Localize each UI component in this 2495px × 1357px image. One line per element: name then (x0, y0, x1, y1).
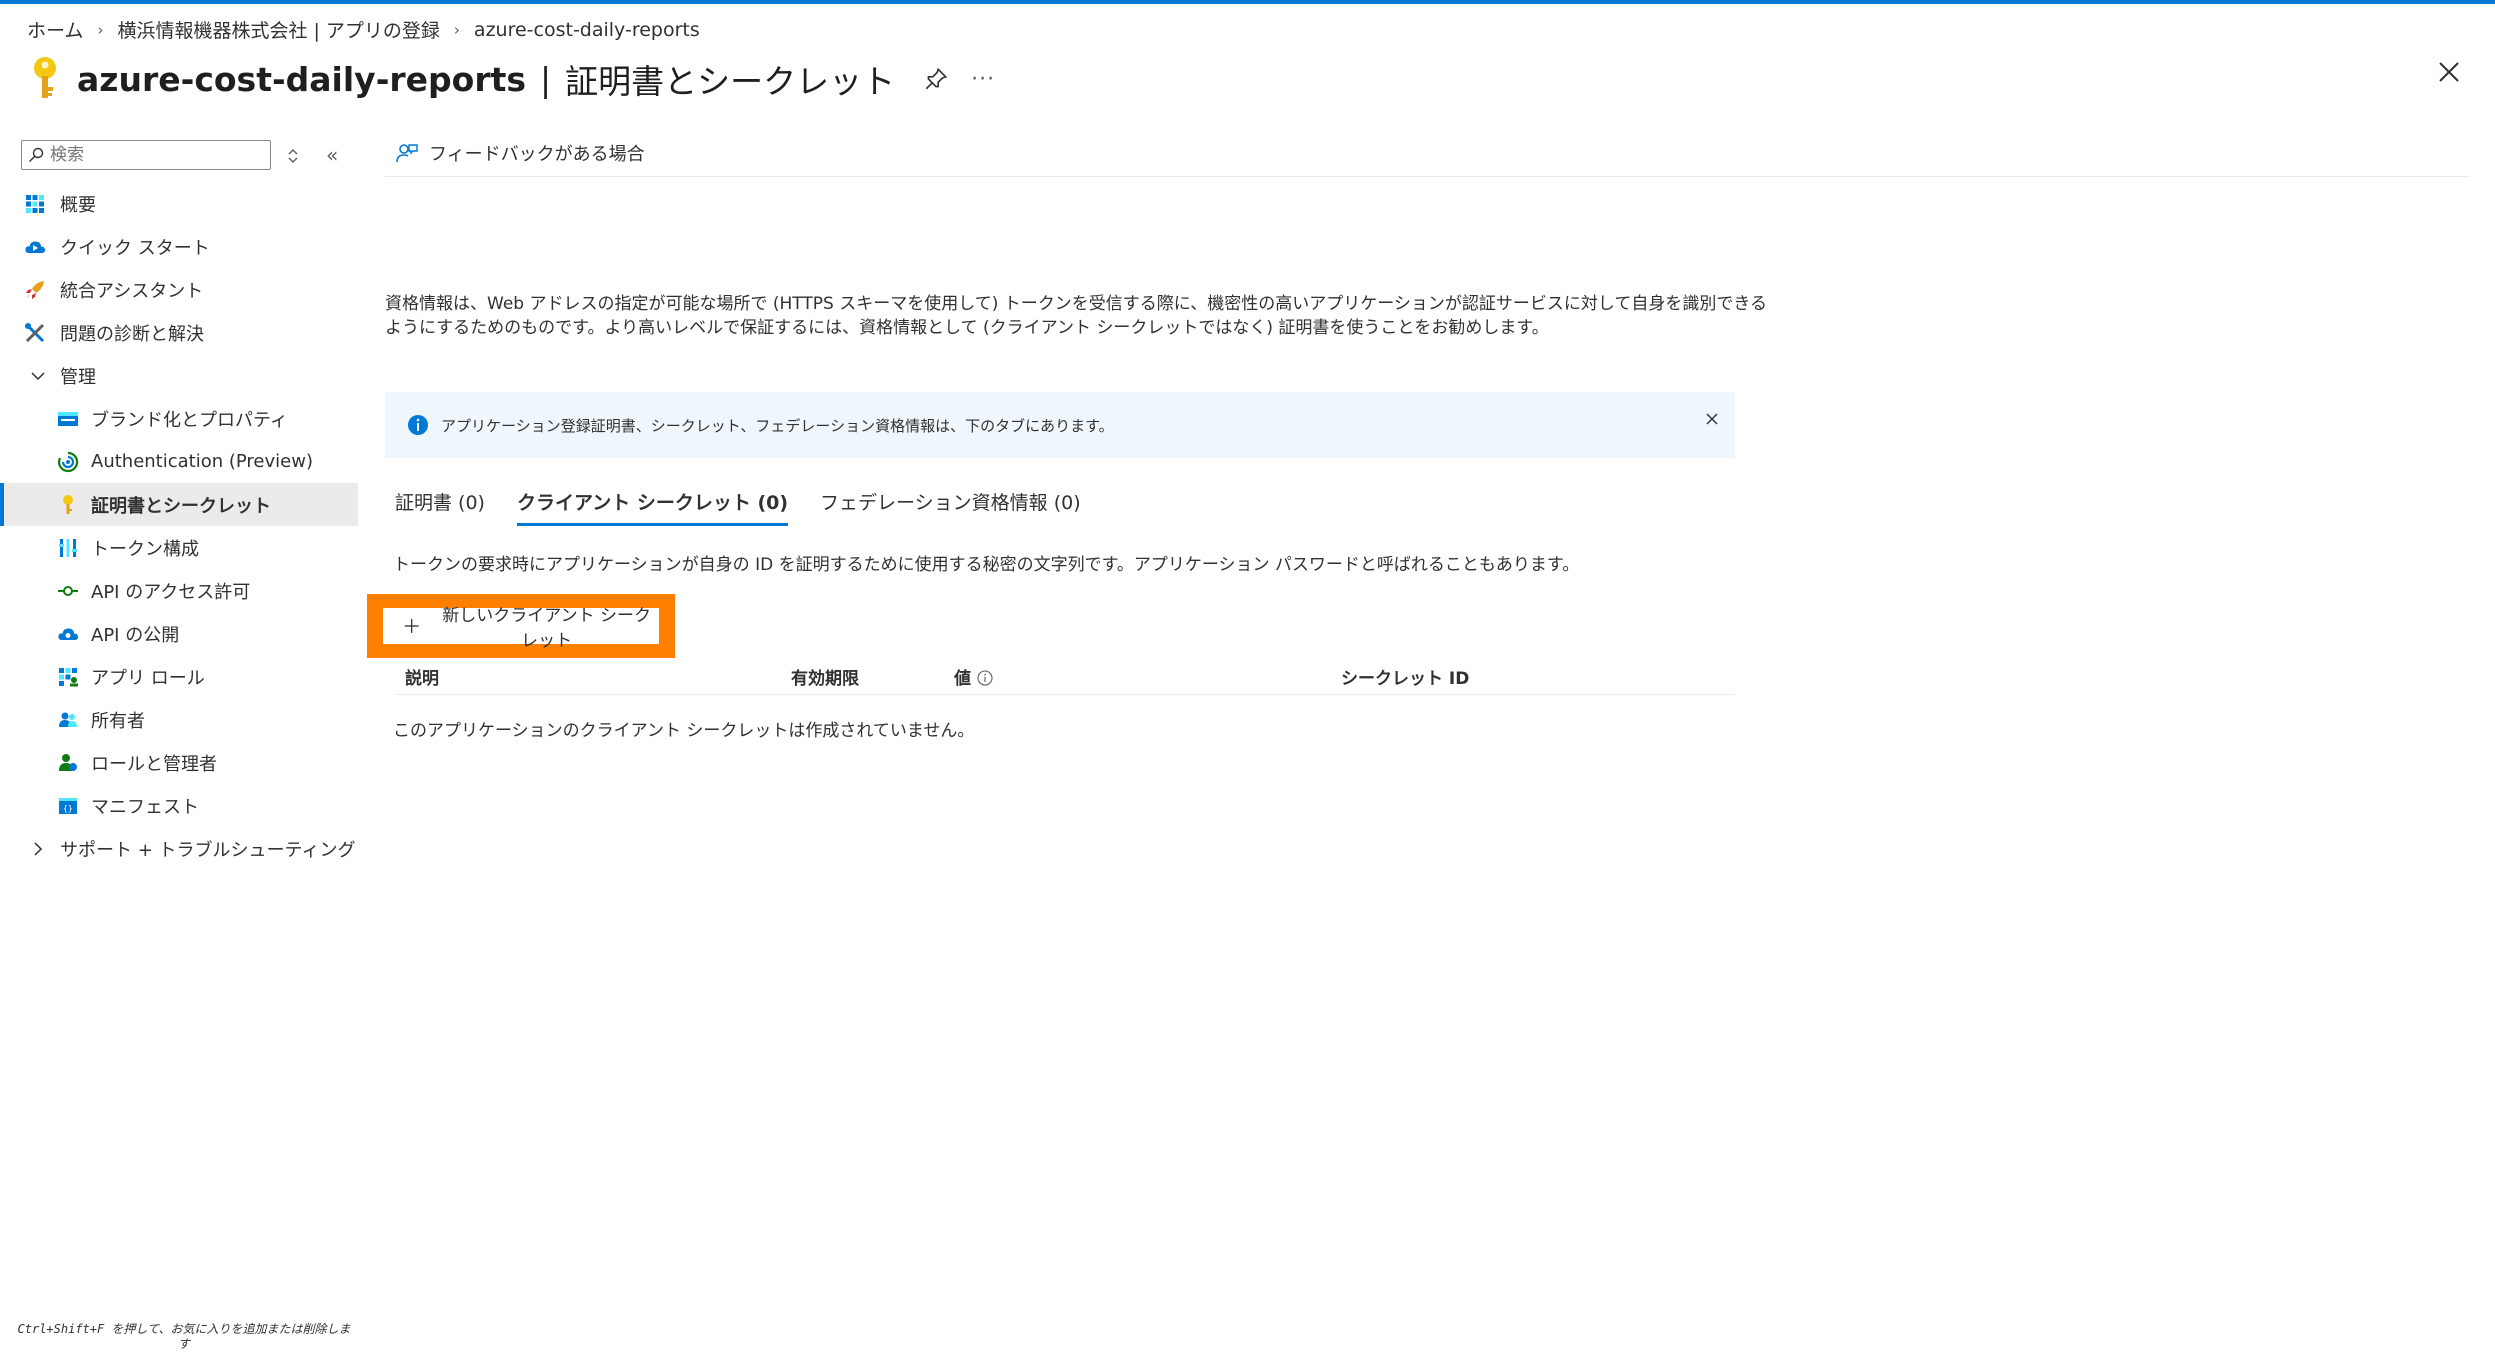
new-client-secret-button[interactable]: 新しいクライアント シークレット (383, 606, 659, 651)
sort-icon[interactable] (286, 145, 300, 167)
command-bar: フィードバックがある場合 (385, 130, 2470, 177)
sidebar-item-token-configuration[interactable]: トークン構成 (0, 526, 358, 569)
roles-admin-icon (59, 753, 77, 771)
rocket-icon (26, 280, 44, 299)
sidebar-item-label: 証明書とシークレット (91, 495, 271, 517)
api-permission-icon (58, 585, 78, 596)
sidebar-item-label: 問題の診断と解決 (60, 323, 204, 345)
column-header-description: 説明 (405, 669, 439, 689)
info-banner-text: アプリケーション登録証明書、シークレット、フェデレーション資格情報は、下のタブに… (441, 416, 1114, 435)
sidebar-item-certificates-secrets[interactable]: 証明書とシークレット (0, 483, 358, 526)
search-input[interactable] (48, 144, 262, 166)
plus-icon (404, 619, 419, 633)
authentication-icon (57, 451, 79, 472)
chevron-right-icon: › (453, 20, 460, 39)
close-icon[interactable] (1705, 412, 1719, 426)
sidebar-item-label: Authentication (Preview) (91, 451, 313, 472)
overview-grid-icon (26, 194, 44, 213)
manifest-icon: {} (59, 797, 77, 814)
page-header: azure-cost-daily-reports | 証明書とシークレット ··… (27, 54, 995, 104)
favorites-hint: Ctrl+Shift+F を押して、お気に入りを追加または削除します (17, 1322, 351, 1351)
top-accent-bar (0, 0, 2495, 4)
sidebar-item-manifest[interactable]: {} マニフェスト (0, 784, 358, 827)
feedback-label: フィードバックがある場合 (429, 144, 645, 165)
sidebar-item-label: 統合アシスタント (60, 280, 204, 302)
tab-client-secrets[interactable]: クライアント シークレット (0) (516, 488, 789, 526)
column-header-value-wrap: 値 (954, 664, 993, 689)
app-roles-grid-icon (59, 667, 78, 686)
sidebar-item-label: API の公開 (91, 624, 180, 646)
search-icon (29, 147, 44, 162)
sidebar-item-label: 管理 (60, 366, 96, 388)
chevron-down-icon (31, 371, 45, 380)
sidebar-item-label: サポート + トラブルシューティング (60, 839, 356, 861)
breadcrumb-current-app[interactable]: azure-cost-daily-reports (474, 19, 700, 41)
client-secret-description: トークンの要求時にアプリケーションが自身の ID を証明するために使用する秘密の… (393, 555, 1580, 575)
info-banner: アプリケーション登録証明書、シークレット、フェデレーション資格情報は、下のタブに… (385, 392, 1735, 458)
sidebar: « 概要 クイック スタート 統合アシスタント (0, 130, 358, 1330)
search-box[interactable] (21, 140, 271, 170)
sidebar-item-label: API のアクセス許可 (91, 581, 251, 603)
info-icon (408, 415, 428, 435)
svg-text:{}: {} (63, 804, 73, 813)
feedback-person-icon (396, 144, 418, 163)
empty-secrets-message: このアプリケーションのクライアント シークレットは作成されていません。 (393, 721, 975, 741)
column-header-value: 値 (954, 669, 971, 689)
sidebar-item-label: ロールと管理者 (91, 753, 217, 775)
sidebar-nav: 概要 クイック スタート 統合アシスタント 問題の診断と解決 管理 ブランド化と… (0, 182, 358, 870)
breadcrumb-app-registrations[interactable]: 横浜情報機器株式会社 | アプリの登録 (117, 16, 439, 43)
sidebar-item-authentication[interactable]: Authentication (Preview) (0, 440, 358, 483)
sidebar-group-manage[interactable]: 管理 (0, 354, 358, 397)
cloud-api-icon (58, 627, 78, 640)
key-icon (34, 57, 56, 98)
sidebar-item-expose-api[interactable]: API の公開 (0, 612, 358, 655)
sidebar-item-api-permissions[interactable]: API のアクセス許可 (0, 569, 358, 612)
sidebar-item-branding[interactable]: ブランド化とプロパティ (0, 397, 358, 440)
sidebar-item-label: クイック スタート (60, 237, 210, 259)
credentials-description: 資格情報は、Web アドレスの指定が可能な場所で (HTTPS スキーマを使用し… (385, 294, 1768, 338)
column-header-expires: 有効期限 (791, 669, 859, 689)
tab-certificates[interactable]: 証明書 (0) (395, 488, 485, 526)
owners-people-icon (59, 712, 77, 727)
sidebar-item-owners[interactable]: 所有者 (0, 698, 358, 741)
collapse-sidebar-icon[interactable]: « (326, 145, 338, 165)
close-icon[interactable] (2437, 60, 2461, 84)
new-client-secret-label: 新しいクライアント シークレット (442, 606, 652, 651)
sidebar-item-app-roles[interactable]: アプリ ロール (0, 655, 358, 698)
wrench-icon (25, 322, 45, 342)
sidebar-item-label: マニフェスト (91, 796, 199, 818)
more-options-icon[interactable]: ··· (971, 67, 995, 92)
sidebar-item-label: 所有者 (91, 710, 145, 732)
breadcrumb-home[interactable]: ホーム (27, 16, 83, 43)
page-title: azure-cost-daily-reports (77, 59, 527, 99)
info-icon[interactable] (977, 670, 993, 686)
feedback-button[interactable]: フィードバックがある場合 (395, 140, 645, 166)
chevron-right-icon (34, 841, 43, 856)
sidebar-item-label: ブランド化とプロパティ (91, 409, 288, 431)
cloud-quickstart-icon (25, 240, 45, 253)
sidebar-item-quickstart[interactable]: クイック スタート (0, 225, 358, 268)
sidebar-item-label: 概要 (60, 194, 96, 216)
sidebar-item-overview[interactable]: 概要 (0, 182, 358, 225)
breadcrumb: ホーム › 横浜情報機器株式会社 | アプリの登録 › azure-cost-d… (27, 16, 700, 43)
sidebar-item-label: アプリ ロール (91, 667, 205, 689)
credential-tabs: 証明書 (0) クライアント シークレット (0) フェデレーション資格情報 (… (395, 488, 1081, 526)
column-header-secret-id: シークレット ID (1341, 669, 1470, 689)
sidebar-item-roles-admins[interactable]: ロールと管理者 (0, 741, 358, 784)
key-icon (63, 494, 73, 514)
sidebar-group-support[interactable]: サポート + トラブルシューティング (0, 827, 358, 870)
pin-icon[interactable] (923, 66, 949, 92)
chevron-right-icon: › (97, 20, 104, 39)
secrets-table-header: 説明 有効期限 値 シークレット ID (395, 660, 1735, 695)
tab-federated-credentials[interactable]: フェデレーション資格情報 (0) (820, 488, 1081, 526)
sidebar-item-diagnose[interactable]: 問題の診断と解決 (0, 311, 358, 354)
page-subtitle: 証明書とシークレット (565, 62, 896, 101)
title-separator: | (540, 59, 552, 99)
sidebar-item-label: トークン構成 (91, 538, 199, 560)
token-bars-icon (59, 538, 77, 557)
sidebar-item-integration-assistant[interactable]: 統合アシスタント (0, 268, 358, 311)
branding-card-icon (58, 411, 78, 426)
